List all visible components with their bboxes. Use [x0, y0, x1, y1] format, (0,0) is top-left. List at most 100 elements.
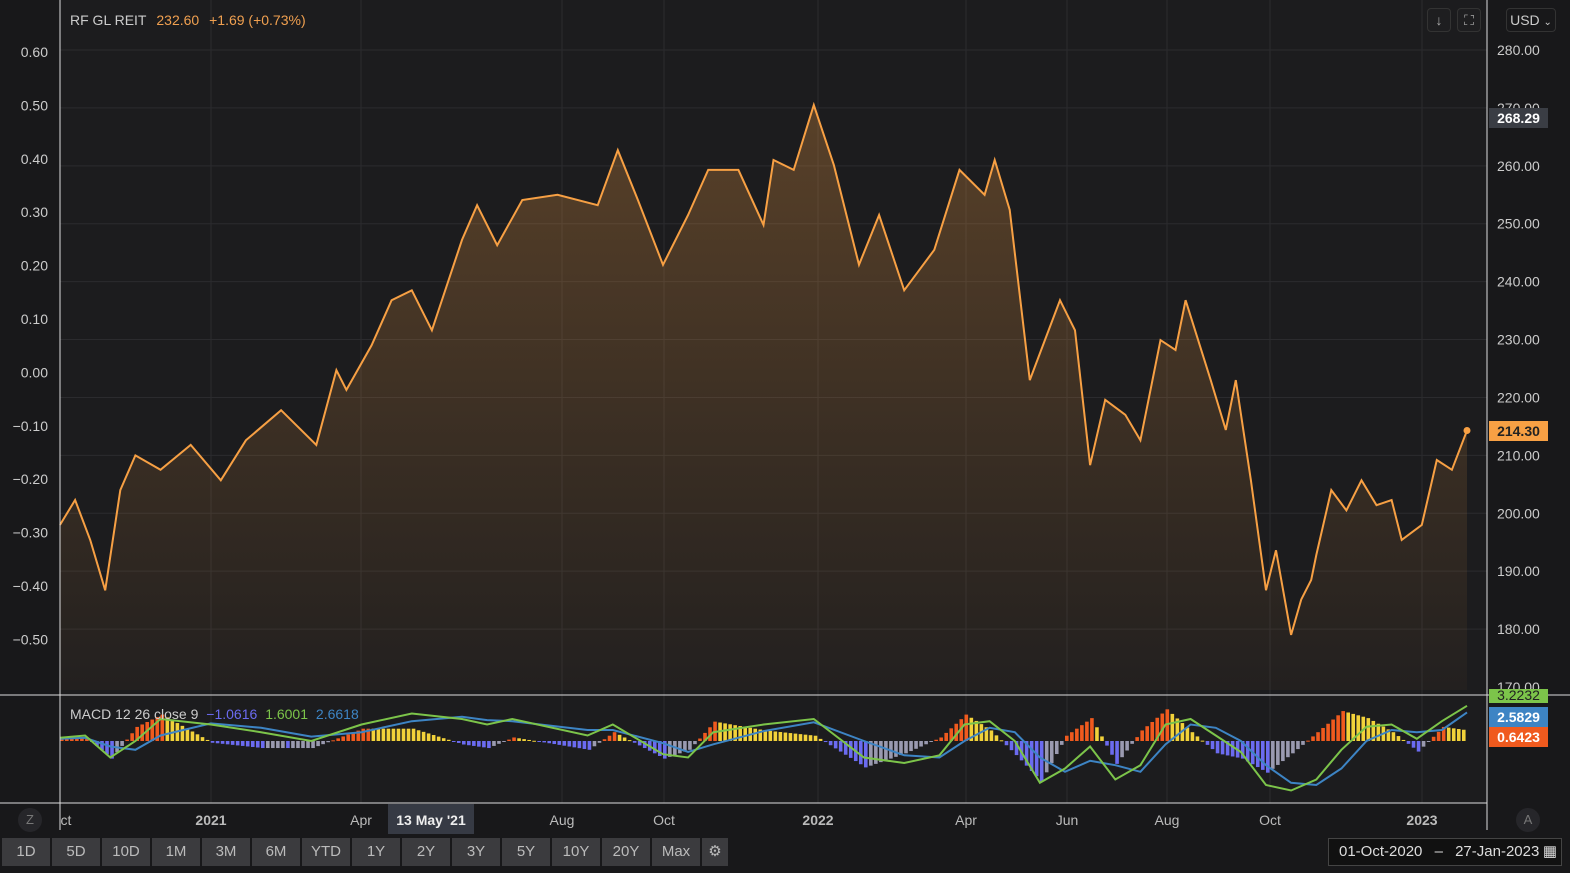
macd-histogram-bar — [828, 741, 833, 746]
left-axis-tick: 0.30 — [21, 204, 48, 220]
download-icon[interactable]: ↓ — [1427, 8, 1451, 32]
macd-histogram-bar — [276, 741, 280, 749]
macd-histogram-bar — [456, 741, 461, 743]
macd-histogram-bar — [1341, 711, 1345, 741]
period-button-max[interactable]: Max — [652, 838, 700, 866]
macd-histogram-bar — [1276, 741, 1280, 765]
calendar-icon[interactable]: ▦ — [1543, 839, 1557, 865]
macd-histogram-bar — [1085, 721, 1089, 741]
macd-histogram-bar — [195, 734, 200, 741]
macd-histogram-bar — [512, 737, 516, 741]
period-button-5y[interactable]: 5Y — [502, 838, 550, 866]
x-axis-tick: Oct — [1259, 812, 1281, 828]
date-from: 01-Oct-2020 — [1339, 843, 1423, 860]
date-range-picker[interactable]: 01-Oct-2020 – 27-Jan-2023 ▦ — [1328, 838, 1562, 866]
period-button-20y[interactable]: 20Y — [602, 838, 650, 866]
price-chart[interactable]: 280.00270.00260.00250.00240.00230.00220.… — [0, 0, 1570, 873]
macd-histogram-bar — [1391, 732, 1396, 741]
chevron-down-icon: ⌄ — [1543, 17, 1552, 28]
macd-histogram-bar — [773, 731, 778, 741]
macd-histogram-bar — [743, 726, 747, 741]
macd-histogram-bar — [597, 741, 602, 743]
macd-histogram-bar — [205, 739, 210, 741]
macd-histogram-bar — [688, 741, 692, 750]
macd-histogram-bar — [1140, 730, 1144, 741]
macd-histogram-bar — [1296, 741, 1300, 750]
macd-histogram-bar — [532, 740, 536, 742]
macd-histogram-bar — [1090, 718, 1094, 741]
x-axis-tick: 2021 — [195, 812, 227, 828]
x-axis-tick: 2023 — [1406, 812, 1438, 828]
macd-histogram-bar — [507, 739, 511, 741]
crosshair-date-label: 13 May '21 — [388, 804, 474, 834]
macd-histogram-bar — [120, 741, 124, 746]
macd-histogram-bar — [492, 741, 496, 746]
macd-histogram-bar — [768, 730, 773, 741]
settings-gear-icon[interactable]: ⚙ — [702, 838, 728, 866]
macd-histogram-bar — [416, 730, 421, 741]
macd-histogram-bar — [185, 728, 190, 741]
macd-histogram-bar — [1331, 719, 1335, 741]
period-button-ytd[interactable]: YTD — [302, 838, 350, 866]
macd-histogram-bar — [989, 730, 994, 741]
macd-histogram-bar — [698, 738, 702, 741]
macd-histogram-bar — [1356, 715, 1361, 741]
macd-hist-tag: 0.6423 — [1489, 727, 1548, 747]
macd-histogram-bar — [1321, 727, 1325, 741]
auto-scale-button[interactable]: A — [1516, 808, 1540, 832]
x-axis-tick: Jun — [1055, 812, 1079, 828]
chart-legend: RF GL REIT 232.60 +1.69 (+0.73%) — [70, 12, 312, 28]
macd-histogram-bar — [1145, 726, 1149, 741]
macd-histogram-bar — [934, 739, 938, 741]
macd-histogram-bar — [225, 741, 230, 745]
macd-signal-tag: 2.5829 — [1489, 707, 1548, 727]
currency-select[interactable]: USD ⌄ — [1506, 8, 1556, 32]
period-button-1d[interactable]: 1D — [2, 838, 50, 866]
period-button-10d[interactable]: 10D — [102, 838, 150, 866]
macd-histogram-bar — [1411, 741, 1416, 748]
macd-histogram-bar — [823, 741, 828, 743]
macd-histogram-bar — [250, 741, 255, 747]
macd-histogram-bar — [833, 741, 838, 749]
macd-histogram-bar — [612, 732, 617, 741]
macd-histogram-bar — [426, 733, 431, 741]
macd-histogram-bar — [1054, 741, 1059, 755]
period-button-3m[interactable]: 3M — [202, 838, 250, 866]
date-to: 27-Jan-2023 — [1455, 843, 1540, 860]
period-button-1y[interactable]: 1Y — [352, 838, 400, 866]
macd-histogram-bar — [723, 723, 727, 741]
macd-histogram-bar — [1281, 741, 1285, 762]
fullscreen-icon[interactable]: ⛶ — [1457, 8, 1481, 32]
macd-histogram-bar — [487, 741, 491, 749]
macd-histogram-bar — [406, 728, 411, 741]
period-button-5d[interactable]: 5D — [52, 838, 100, 866]
period-button-1m[interactable]: 1M — [152, 838, 200, 866]
macd-histogram-bar — [1110, 741, 1114, 755]
period-button-6m[interactable]: 6M — [252, 838, 300, 866]
macd-histogram-bar — [788, 733, 793, 741]
period-button-2y[interactable]: 2Y — [402, 838, 450, 866]
period-button-10y[interactable]: 10Y — [552, 838, 600, 866]
left-axis-tick: 0.20 — [21, 258, 48, 274]
macd-histogram-bar — [235, 741, 240, 746]
period-button-3y[interactable]: 3Y — [452, 838, 500, 866]
macd-histogram-bar — [1426, 741, 1431, 742]
x-axis-tick: Aug — [549, 812, 575, 828]
zoom-reset-button[interactable]: Z — [18, 808, 42, 832]
macd-histogram-bar — [170, 720, 175, 741]
macd-histogram-bar — [1059, 741, 1064, 745]
macd-hist-value: −1.0616 — [206, 706, 258, 722]
macd-histogram-bar — [864, 741, 868, 768]
macd-histogram-bar — [255, 741, 260, 748]
macd-histogram-bar — [1044, 741, 1049, 773]
macd-histogram-bar — [1215, 741, 1220, 754]
macd-histogram-bar — [1049, 741, 1054, 764]
macd-histogram-bar — [321, 741, 325, 745]
macd-histogram-bar — [1009, 741, 1014, 751]
macd-histogram-bar — [411, 728, 416, 741]
last-price: 232.60 — [156, 12, 200, 28]
macd-histogram-bar — [944, 732, 948, 741]
right-axis-tick: 280.00 — [1497, 42, 1540, 58]
macd-histogram-bar — [693, 741, 697, 745]
macd-histogram-bar — [858, 741, 863, 765]
